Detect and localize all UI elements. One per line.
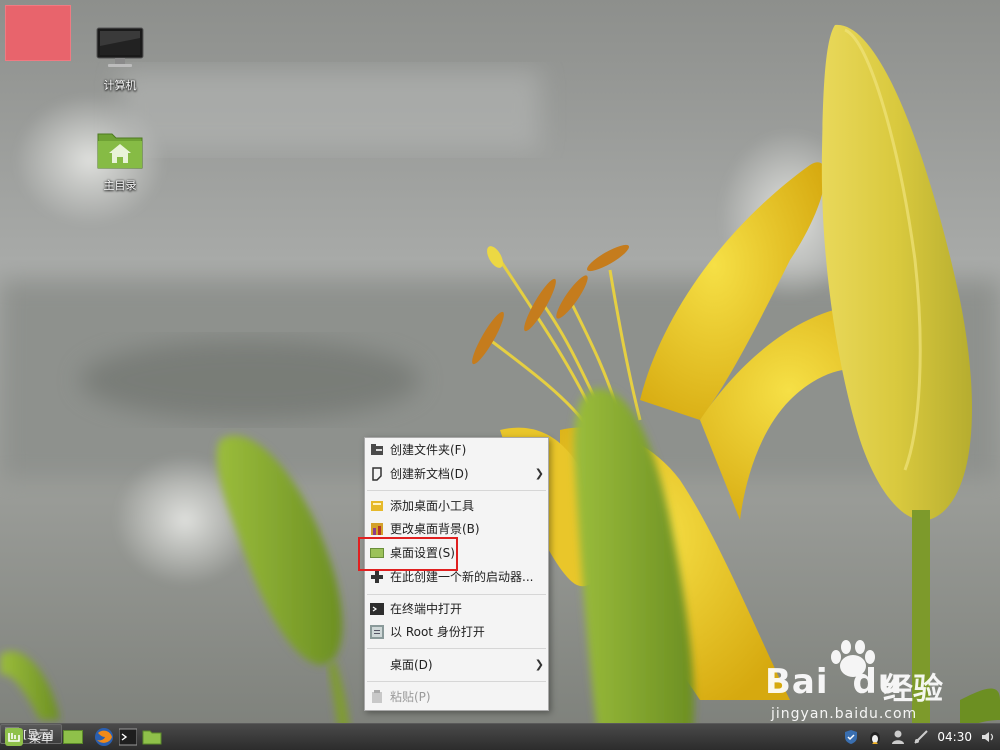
computer-monitor-icon (96, 27, 144, 67)
desklet-icon (371, 501, 383, 511)
show-desktop-button[interactable] (62, 727, 84, 747)
start-menu-button[interactable]: 菜单 (4, 727, 53, 747)
start-menu-label: 菜单 (29, 730, 54, 745)
menu-item-create-folder[interactable]: 创建文件夹(F) (365, 439, 548, 461)
menu-item-label: 以 Root 身份打开 (390, 625, 485, 639)
menu-item-label: 创建文件夹(F) (390, 443, 467, 457)
clock[interactable]: 04:30 (937, 730, 972, 744)
menu-item-create-document[interactable]: 创建新文档(D) ❯ (365, 463, 548, 485)
menu-item-label: 桌面设置(S) (390, 546, 455, 560)
plus-icon (371, 571, 383, 583)
menu-item-label: 添加桌面小工具 (390, 499, 475, 513)
submenu-arrow-icon: ❯ (534, 467, 544, 480)
menu-separator (367, 681, 546, 682)
wallpaper-icon (371, 523, 383, 535)
desktop-icon-label: 主目录 (103, 179, 137, 192)
menu-separator (367, 648, 546, 649)
desktop-context-menu: 创建文件夹(F) 创建新文档(D) ❯ 添加桌面小工具 更改桌面背景(B) 桌面… (364, 437, 549, 711)
terminal-launcher[interactable] (118, 727, 138, 747)
firefox-launcher[interactable] (94, 727, 114, 747)
menu-item-label: 粘贴(P) (390, 690, 431, 704)
shield-icon[interactable] (843, 729, 859, 745)
taskbar: 菜单 [显示] 04:30 (0, 723, 1000, 750)
menu-item-label: 更改桌面背景(B) (390, 522, 480, 536)
menu-item-desktop[interactable]: 桌面(D) ❯ (365, 654, 548, 676)
files-launcher[interactable] (142, 727, 162, 747)
menu-item-change-background[interactable]: 更改桌面背景(B) (365, 518, 548, 540)
menu-item-open-as-root[interactable]: 以 Root 身份打开 (365, 621, 548, 643)
watermark-chinese: 经验 (883, 672, 943, 707)
menu-item-label: 在终端中打开 (390, 602, 463, 616)
folder-icon (142, 730, 162, 745)
desktop-icon-home[interactable]: 主目录 (80, 128, 160, 193)
desktop-settings-icon (370, 548, 384, 558)
show-desktop-icon (63, 730, 83, 744)
menu-item-add-desklet[interactable]: 添加桌面小工具 (365, 495, 548, 517)
menu-item-label: 桌面(D) (390, 658, 433, 672)
network-icon[interactable] (913, 729, 929, 745)
menu-item-label: 创建新文档(D) (390, 467, 469, 481)
mint-logo-icon (5, 728, 23, 746)
system-tray: 04:30 (843, 727, 996, 747)
menu-item-open-terminal[interactable]: 在终端中打开 (365, 598, 548, 620)
menu-item-create-launcher[interactable]: 在此创建一个新的启动器... (365, 566, 548, 588)
user-icon[interactable] (891, 729, 905, 745)
menu-item-desktop-settings[interactable]: 桌面设置(S) (365, 542, 548, 564)
desktop-icon-label: 计算机 (103, 79, 137, 92)
home-folder-icon (97, 133, 143, 169)
terminal-icon (118, 728, 138, 746)
baidu-watermark: Bai du 经验 jingyan.baidu.com (765, 640, 985, 725)
watermark-url: jingyan.baidu.com (771, 706, 918, 722)
firefox-icon (95, 728, 113, 746)
desktop-icon-computer[interactable]: 计算机 (80, 26, 160, 93)
menu-separator (367, 490, 546, 491)
root-icon (370, 625, 384, 639)
terminal-icon (370, 603, 384, 615)
submenu-arrow-icon: ❯ (534, 658, 544, 671)
menu-item-label: 在此创建一个新的启动器... (390, 570, 534, 584)
menu-item-paste[interactable]: 粘贴(P) (365, 686, 548, 708)
new-folder-icon (371, 444, 383, 455)
volume-icon[interactable] (980, 729, 996, 745)
redacted-region (5, 5, 71, 61)
new-document-icon (372, 467, 382, 481)
paste-icon (372, 690, 382, 703)
tux-icon[interactable] (867, 729, 883, 745)
menu-separator (367, 594, 546, 595)
